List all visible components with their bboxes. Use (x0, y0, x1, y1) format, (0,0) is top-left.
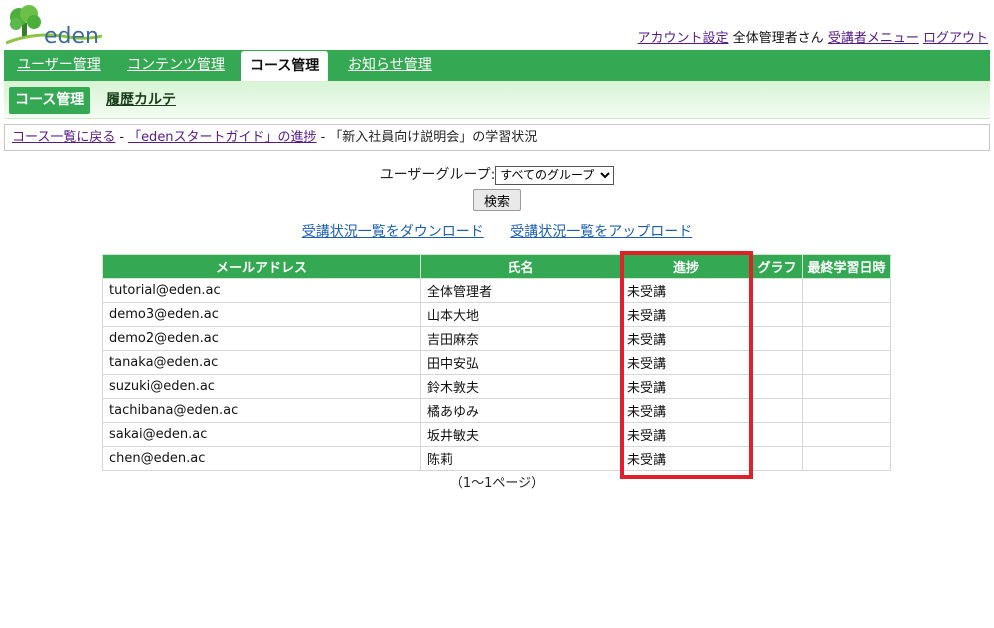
pager: （1～1ページ） (449, 476, 545, 491)
cell-email: sakai@eden.ac (102, 422, 421, 447)
cell-progress: 未受講 (620, 278, 752, 303)
breadcrumb-separator: - (320, 130, 326, 145)
upload-status-link[interactable]: 受講状況一覧をアップロード (510, 224, 692, 240)
tab-content-management[interactable]: コンテンツ管理 (127, 50, 225, 81)
table-row: demo2@eden.ac 吉田麻奈 未受講 (102, 326, 891, 351)
cell-progress: 未受講 (620, 374, 752, 399)
breadcrumb-current: 「新入社員向け説明会」の学習状況 (329, 130, 538, 145)
cell-email: demo2@eden.ac (102, 326, 421, 351)
group-select[interactable]: すべてのグループ (495, 165, 615, 185)
cell-email: suzuki@eden.ac (102, 374, 421, 399)
cell-last-study (802, 350, 891, 375)
table-row: demo3@eden.ac 山本大地 未受講 (102, 302, 891, 327)
cell-graph (751, 350, 803, 375)
cell-progress: 未受講 (620, 446, 752, 471)
search-button[interactable]: 検索 (473, 189, 521, 211)
table-header-row: メールアドレス 氏名 進捗 グラフ 最終学習日時 (102, 254, 891, 279)
table-row: tutorial@eden.ac 全体管理者 未受講 (102, 278, 891, 303)
user-links: アカウント設定 全体管理者さん 受講者メニュー ログアウト (638, 27, 988, 46)
breadcrumb-back-link[interactable]: コース一覧に戻る (12, 130, 115, 145)
cell-name: 橘あゆみ (420, 398, 621, 423)
cell-last-study (802, 374, 891, 399)
download-status-link[interactable]: 受講状況一覧をダウンロード (302, 224, 484, 240)
tab-user-management[interactable]: ユーザー管理 (17, 50, 101, 81)
header: eden アカウント設定 全体管理者さん 受講者メニュー ログアウト (0, 0, 994, 48)
tab-notice-management[interactable]: お知らせ管理 (348, 50, 432, 81)
learner-menu-link[interactable]: 受講者メニュー (828, 31, 919, 46)
cell-name: 山本大地 (420, 302, 621, 327)
table-row: sakai@eden.ac 坂井敏夫 未受講 (102, 422, 891, 447)
cell-last-study (802, 422, 891, 447)
cell-name: 全体管理者 (420, 278, 621, 303)
learning-status-table: メールアドレス 氏名 進捗 グラフ 最終学習日時 tutorial@eden.a… (102, 254, 891, 471)
logout-link[interactable]: ログアウト (923, 31, 988, 46)
cell-graph (751, 446, 803, 471)
cell-graph (751, 278, 803, 303)
download-upload-links: 受講状況一覧をダウンロード 受講状況一覧をアップロード (0, 221, 994, 241)
cell-progress: 未受講 (620, 326, 752, 351)
tab-course-management[interactable]: コース管理 (241, 51, 329, 81)
breadcrumb: コース一覧に戻る - 「edenスタートガイド」の進捗 - 「新入社員向け説明会」の学習… (4, 124, 990, 151)
table-row: tanaka@eden.ac 田中安弘 未受講 (102, 350, 891, 375)
cell-last-study (802, 446, 891, 471)
cell-email: chen@eden.ac (102, 446, 421, 471)
group-filter: ユーザーグループ: すべてのグループ (0, 164, 994, 185)
cell-graph (751, 374, 803, 399)
cell-graph (751, 398, 803, 423)
logo-text: eden (44, 24, 99, 47)
cell-name: 田中安弘 (420, 350, 621, 375)
cell-progress: 未受講 (620, 422, 752, 447)
column-header-name: 氏名 (420, 254, 621, 279)
cell-email: tutorial@eden.ac (102, 278, 421, 303)
column-header-email: メールアドレス (102, 254, 421, 279)
column-header-progress: 進捗 (620, 254, 752, 279)
cell-name: 坂井敏夫 (420, 422, 621, 447)
cell-progress: 未受講 (620, 398, 752, 423)
subtab-course-management[interactable]: コース管理 (9, 87, 91, 114)
cell-last-study (802, 278, 891, 303)
sub-nav: コース管理 履歴カルテ (4, 81, 990, 119)
user-name: 全体管理者さん (732, 31, 824, 46)
main-nav: ユーザー管理 コンテンツ管理 コース管理 お知らせ管理 (4, 50, 990, 81)
cell-progress: 未受講 (620, 302, 752, 327)
cell-name: 鈴木敦夫 (420, 374, 621, 399)
cell-name: 陈莉 (420, 446, 621, 471)
cell-email: tanaka@eden.ac (102, 350, 421, 375)
eden-logo: eden (6, 5, 102, 47)
table-row: chen@eden.ac 陈莉 未受講 (102, 446, 891, 471)
cell-last-study (802, 302, 891, 327)
cell-graph (751, 302, 803, 327)
breadcrumb-progress-link[interactable]: 「edenスタートガイド」の進捗 (128, 130, 317, 145)
cell-graph (751, 422, 803, 447)
cell-progress: 未受講 (620, 350, 752, 375)
table-row: suzuki@eden.ac 鈴木敦夫 未受講 (102, 374, 891, 399)
breadcrumb-separator: - (119, 130, 125, 145)
table-row: tachibana@eden.ac 橘あゆみ 未受講 (102, 398, 891, 423)
subtab-history[interactable]: 履歴カルテ (106, 87, 176, 114)
group-filter-label: ユーザーグループ: (379, 167, 496, 183)
cell-graph (751, 326, 803, 351)
cell-last-study (802, 398, 891, 423)
column-header-graph: グラフ (751, 254, 803, 279)
account-settings-link[interactable]: アカウント設定 (638, 31, 729, 46)
cell-email: tachibana@eden.ac (102, 398, 421, 423)
cell-last-study (802, 326, 891, 351)
column-header-last-study: 最終学習日時 (802, 254, 891, 279)
cell-email: demo3@eden.ac (102, 302, 421, 327)
cell-name: 吉田麻奈 (420, 326, 621, 351)
